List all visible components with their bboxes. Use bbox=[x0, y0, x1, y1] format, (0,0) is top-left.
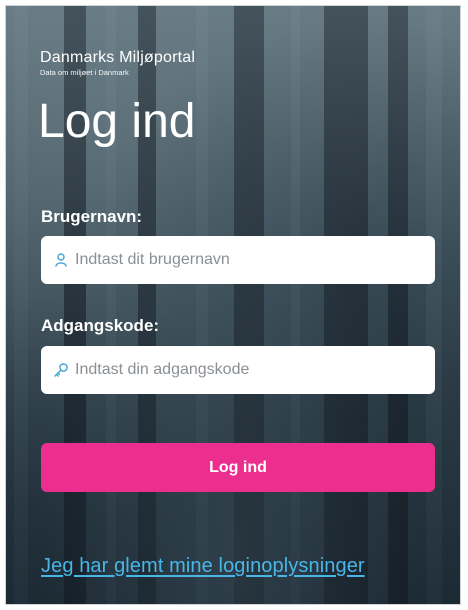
page-title: Log ind bbox=[38, 95, 196, 148]
forgot-credentials-link[interactable]: Jeg har glemt mine loginoplysninger bbox=[41, 555, 365, 578]
password-input[interactable] bbox=[75, 361, 435, 379]
username-input[interactable] bbox=[75, 251, 435, 269]
password-field[interactable] bbox=[41, 346, 435, 394]
username-field[interactable] bbox=[41, 236, 435, 284]
brand-name: Danmarks Miljøportal bbox=[40, 49, 196, 66]
password-label: Adgangskode: bbox=[41, 316, 160, 335]
username-label: Brugernavn: bbox=[41, 207, 143, 226]
user-icon bbox=[53, 252, 69, 268]
login-button[interactable]: Log ind bbox=[41, 443, 435, 492]
login-panel: Danmarks Miljøportal Data om miljøet i D… bbox=[6, 6, 460, 604]
key-icon bbox=[53, 362, 69, 378]
brand-tagline: Data om miljøet i Danmark bbox=[40, 68, 129, 77]
